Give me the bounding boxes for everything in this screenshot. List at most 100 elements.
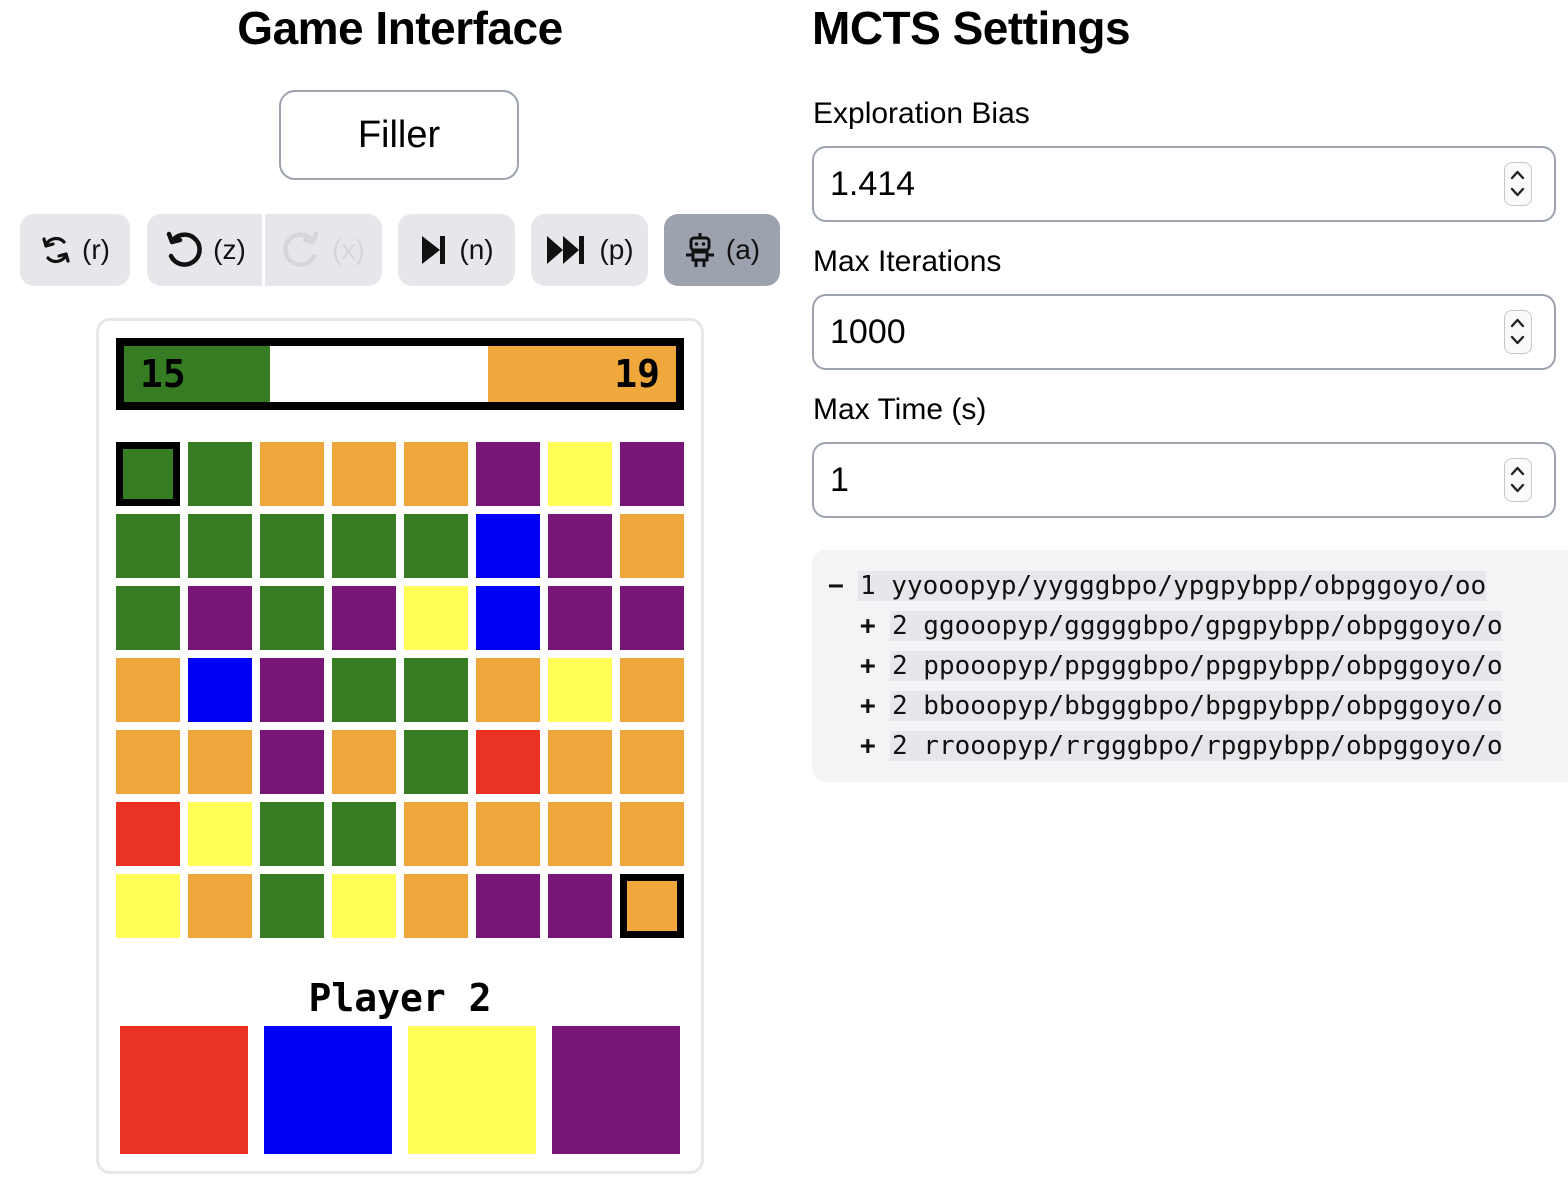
max-iterations-spinner[interactable] <box>1504 310 1532 354</box>
player2-score: 19 <box>614 352 660 396</box>
tree-row: −1 yyooopyp/yygggbpo/ypgpybpp/obpggoyo/o… <box>828 566 1487 606</box>
spinner-arrows-icon <box>1510 170 1525 197</box>
board-cell-green <box>260 874 324 938</box>
step-button[interactable]: (n) <box>398 214 515 286</box>
game-select-button[interactable]: Filler <box>279 90 519 180</box>
board-cell-orange <box>476 658 540 722</box>
board-cell-green <box>188 442 252 506</box>
board-cell-orange <box>116 658 180 722</box>
tree-node-label[interactable]: 2 ggooopyp/gggggbpo/gpgpybpp/obpggoyo/o <box>890 611 1503 641</box>
score-bar: 15 19 <box>116 338 684 410</box>
player2-start-cell-orange <box>620 874 684 938</box>
board-cell-orange <box>476 802 540 866</box>
tree-node-label[interactable]: 1 yyooopyp/yygggbpo/ypgpybpp/obpggoyo/oo <box>858 571 1487 601</box>
game-interface-title: Game Interface <box>237 2 563 54</box>
board-cell-green <box>116 586 180 650</box>
step-shortcut: (n) <box>459 234 494 265</box>
board-cell-orange <box>332 442 396 506</box>
board-cell-purple <box>548 514 612 578</box>
ai-move-button[interactable]: (a) <box>664 214 780 286</box>
board-cell-green <box>260 514 324 578</box>
redo-icon <box>282 230 322 270</box>
board-cell-blue <box>188 658 252 722</box>
exploration-bias-input[interactable] <box>830 148 1490 220</box>
expand-icon[interactable]: + <box>860 646 890 686</box>
board-cell-yellow <box>332 874 396 938</box>
game-board-grid <box>116 442 684 938</box>
tree-row: +2 rrooopyp/rrgggbpo/rpgpybpp/obpggoyo/o <box>860 726 1503 766</box>
board-cell-green <box>332 514 396 578</box>
exploration-bias-field <box>812 146 1556 222</box>
board-cell-yellow <box>548 658 612 722</box>
board-cell-green <box>404 514 468 578</box>
board-cell-orange <box>404 442 468 506</box>
board-cell-green <box>332 802 396 866</box>
expand-icon[interactable]: + <box>860 726 890 766</box>
max-time-field <box>812 442 1556 518</box>
board-cell-blue <box>476 586 540 650</box>
current-player-label: Player 2 <box>308 976 492 1020</box>
board-cell-orange <box>620 802 684 866</box>
board-cell-orange <box>620 658 684 722</box>
spinner-arrows-icon <box>1510 466 1525 493</box>
board-cell-orange <box>620 730 684 794</box>
board-cell-orange <box>188 874 252 938</box>
max-iterations-label: Max Iterations <box>813 245 1002 278</box>
board-cell-purple <box>260 658 324 722</box>
max-time-spinner[interactable] <box>1504 458 1532 502</box>
tree-node-label[interactable]: 2 bbooopyp/bbgggbpo/bpgpybpp/obpggoyo/o <box>890 691 1503 721</box>
board-cell-purple <box>476 874 540 938</box>
board-cell-yellow <box>404 586 468 650</box>
undo-icon <box>163 230 203 270</box>
redo-shortcut: (x) <box>332 234 365 265</box>
tree-row: +2 bbooopyp/bbgggbpo/bpgpybpp/obpggoyo/o <box>860 686 1503 726</box>
board-cell-purple <box>260 730 324 794</box>
board-cell-red <box>476 730 540 794</box>
board-cell-purple <box>332 586 396 650</box>
color-choices <box>120 1026 680 1154</box>
tree-node-label[interactable]: 2 ppooopyp/ppgggbpo/ppgpybpp/obpggoyo/o <box>890 651 1503 681</box>
board-cell-orange <box>116 730 180 794</box>
max-time-input[interactable] <box>830 444 1490 516</box>
expand-icon[interactable]: + <box>860 606 890 646</box>
board-cell-green <box>332 658 396 722</box>
expand-icon[interactable]: + <box>860 686 890 726</box>
board-cell-purple <box>620 586 684 650</box>
max-iterations-input[interactable] <box>830 296 1490 368</box>
board-cell-orange <box>548 730 612 794</box>
collapse-icon[interactable]: − <box>828 566 858 606</box>
board-cell-yellow <box>548 442 612 506</box>
board-cell-orange <box>332 730 396 794</box>
tree-node-label[interactable]: 2 rrooopyp/rrgggbpo/rpgpybpp/obpggoyo/o <box>890 731 1503 761</box>
undo-button[interactable]: (z) <box>147 214 262 286</box>
color-choice-blue[interactable] <box>264 1026 392 1154</box>
exploration-bias-spinner[interactable] <box>1504 162 1532 206</box>
board-cell-green <box>404 730 468 794</box>
color-choice-yellow[interactable] <box>408 1026 536 1154</box>
board-cell-purple <box>548 586 612 650</box>
board-cell-green <box>116 514 180 578</box>
robot-icon <box>684 231 716 269</box>
player1-score: 15 <box>140 352 186 396</box>
redo-button[interactable]: (x) <box>265 214 382 286</box>
player1-start-cell-green <box>116 442 180 506</box>
max-iterations-field <box>812 294 1556 370</box>
play-button[interactable]: (p) <box>531 214 648 286</box>
color-choice-red[interactable] <box>120 1026 248 1154</box>
board-cell-orange <box>260 442 324 506</box>
color-choice-purple[interactable] <box>552 1026 680 1154</box>
tree-row: +2 ggooopyp/gggggbpo/gpgpybpp/obpggoyo/o <box>860 606 1503 646</box>
play-shortcut: (p) <box>599 234 634 265</box>
reset-button[interactable]: (r) <box>20 214 130 286</box>
reset-shortcut: (r) <box>82 234 110 265</box>
board-cell-red <box>116 802 180 866</box>
board-cell-green <box>188 514 252 578</box>
board-cell-purple <box>620 442 684 506</box>
mcts-search-tree: −1 yyooopyp/yygggbpo/ypgpybpp/obpggoyo/o… <box>812 550 1568 782</box>
board-cell-orange <box>548 802 612 866</box>
board-cell-purple <box>188 586 252 650</box>
reset-icon <box>40 233 72 267</box>
board-cell-purple <box>548 874 612 938</box>
undo-shortcut: (z) <box>213 234 246 265</box>
tree-row: +2 ppooopyp/ppgggbpo/ppgpybpp/obpggoyo/o <box>860 646 1503 686</box>
